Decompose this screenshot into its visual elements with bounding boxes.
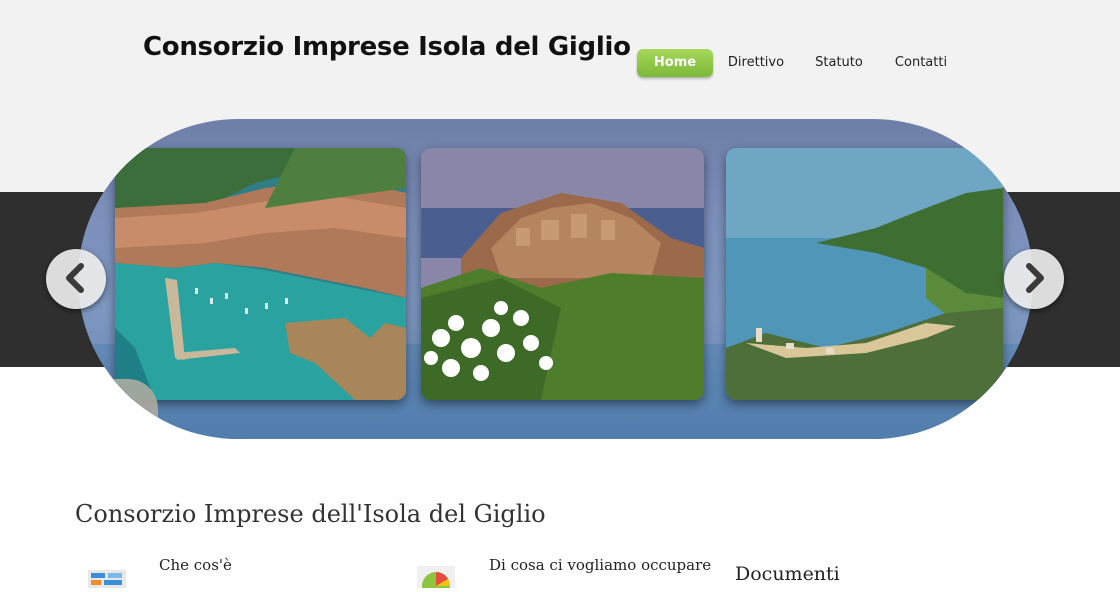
carousel-prev-button[interactable] — [46, 249, 106, 309]
carousel-next-button[interactable] — [1004, 249, 1064, 309]
documents-title: Documenti — [735, 563, 840, 585]
pie-chart-icon — [417, 566, 455, 592]
rock-decoration — [88, 379, 158, 439]
carousel-stage — [78, 119, 1033, 439]
column-title-che-cose[interactable]: Che cos'è — [159, 556, 232, 574]
nav-statuto[interactable]: Statuto — [809, 49, 869, 77]
carousel-slide-village[interactable] — [421, 148, 704, 400]
site-title[interactable]: Consorzio Imprese Isola del Giglio — [143, 32, 631, 62]
carousel-slide-bay[interactable] — [726, 148, 1003, 400]
nav-contatti[interactable]: Contatti — [889, 49, 953, 77]
hilltop-village-photo — [421, 148, 704, 400]
harbour-aerial-photo — [115, 148, 406, 400]
column-title-di-cosa[interactable]: Di cosa ci vogliamo occupare — [489, 556, 711, 574]
chevron-left-icon — [66, 263, 84, 293]
nav-home[interactable]: Home — [637, 49, 713, 77]
bay-coastline-photo — [726, 148, 1003, 400]
carousel-slide-harbour[interactable] — [115, 148, 406, 400]
info-board-icon — [88, 566, 126, 588]
section-title: Consorzio Imprese dell'Isola del Giglio — [75, 500, 546, 528]
nav-direttivo[interactable]: Direttivo — [725, 49, 787, 77]
chevron-right-icon — [1026, 263, 1044, 293]
